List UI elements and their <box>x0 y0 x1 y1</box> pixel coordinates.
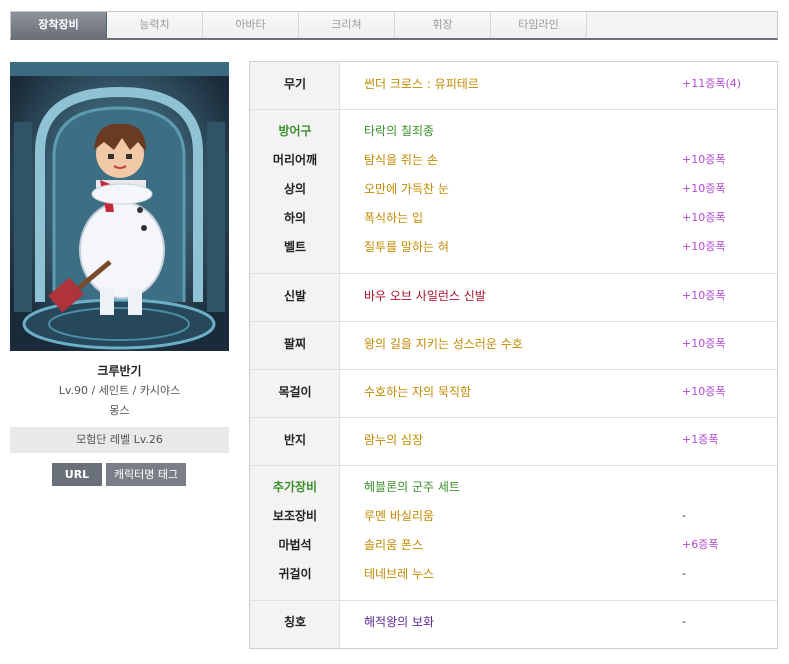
equip-enhance: +1증폭 <box>682 433 719 446</box>
divider <box>250 321 777 322</box>
equip-label: 반지 <box>283 433 307 447</box>
equip-item[interactable]: 테네브레 누스 <box>364 564 434 584</box>
tab-equipment[interactable]: 장착장비 <box>11 12 107 38</box>
equip-label: 방어구 <box>278 124 312 138</box>
character-name: 크루반기 <box>97 364 142 378</box>
equip-item[interactable]: 해적왕의 보화 <box>364 612 434 632</box>
equip-item[interactable]: 솔리움 폰스 <box>364 535 423 555</box>
equip-label: 목걸이 <box>278 385 312 399</box>
equip-row-ring: 반지 람누의 심장 +1증폭 <box>250 430 777 450</box>
equip-row-bracelet: 팔찌 왕의 길을 지키는 성스러운 수호 +10증폭 <box>250 334 777 354</box>
equip-row-extra-set: 추가장비 헤블론의 군주 세트 <box>250 477 777 497</box>
tab-emblem[interactable]: 휘장 <box>395 12 491 38</box>
character-guild: 몽스 <box>109 404 130 417</box>
equip-enhance: - <box>682 509 686 522</box>
equip-item[interactable]: 수호하는 자의 묵직함 <box>364 382 471 402</box>
equip-row-shoulder: 머리어깨 탐식을 쥐는 손 +10증폭 <box>250 150 777 170</box>
equip-item[interactable]: 람누의 심장 <box>364 430 423 450</box>
equip-enhance: - <box>682 567 686 580</box>
equip-label: 보조장비 <box>272 509 318 523</box>
tab-timeline[interactable]: 타임라인 <box>491 12 587 38</box>
equip-row-shoes: 신발 바우 오브 사일런스 신발 +10증폭 <box>250 286 777 306</box>
equip-row-top: 상의 오만에 가득찬 눈 +10증폭 <box>250 179 777 199</box>
character-tag-button[interactable]: 캐릭터명 태그 <box>106 463 186 486</box>
equip-enhance: +10증폭 <box>682 385 726 398</box>
equip-item[interactable]: 썬더 크로스 : 유피테르 <box>364 74 479 94</box>
divider <box>250 600 777 601</box>
equip-label: 하의 <box>283 211 307 225</box>
equip-label: 귀걸이 <box>278 567 312 581</box>
equip-item[interactable]: 바우 오브 사일런스 신발 <box>364 286 486 306</box>
equip-enhance: +10증폭 <box>682 240 726 253</box>
equip-enhance: - <box>682 615 686 628</box>
equipment-table: 무기 썬더 크로스 : 유피테르 +11증폭(4) 방어구 타락의 칠죄종 머리… <box>249 61 778 649</box>
equip-set-name[interactable]: 타락의 칠죄종 <box>364 121 434 141</box>
tab-creature[interactable]: 크리쳐 <box>299 12 395 38</box>
divider <box>250 273 777 274</box>
equip-row-bottom: 하의 폭식하는 입 +10증폭 <box>250 208 777 228</box>
equip-label: 상의 <box>283 182 307 196</box>
equip-row-magic-stone: 마법석 솔리움 폰스 +6증폭 <box>250 535 777 555</box>
equip-enhance: +10증폭 <box>682 153 726 166</box>
equip-row-title: 칭호 해적왕의 보화 - <box>250 612 777 632</box>
equip-label: 칭호 <box>283 615 307 629</box>
character-portrait <box>10 62 229 351</box>
equip-item[interactable]: 탐식을 쥐는 손 <box>364 150 438 170</box>
equip-enhance: +10증폭 <box>682 182 726 195</box>
equip-item[interactable]: 왕의 길을 지키는 성스러운 수호 <box>364 334 523 354</box>
url-button[interactable]: URL <box>52 463 102 486</box>
equip-item[interactable]: 폭식하는 입 <box>364 208 423 228</box>
equip-item[interactable]: 루멘 바실리움 <box>364 506 434 526</box>
equip-row-weapon: 무기 썬더 크로스 : 유피테르 +11증폭(4) <box>250 74 777 94</box>
equip-row-earring: 귀걸이 테네브레 누스 - <box>250 564 777 584</box>
equip-enhance: +10증폭 <box>682 211 726 224</box>
equip-set-name[interactable]: 헤블론의 군주 세트 <box>364 477 460 497</box>
equip-row-necklace: 목걸이 수호하는 자의 묵직함 +10증폭 <box>250 382 777 402</box>
equip-item[interactable]: 오만에 가득찬 눈 <box>364 179 449 199</box>
equip-row-sub: 보조장비 루멘 바실리움 - <box>250 506 777 526</box>
equip-item[interactable]: 질투를 말하는 혀 <box>364 237 449 257</box>
adventure-level: 모험단 레벨 Lv.26 <box>10 427 229 453</box>
equip-label: 팔찌 <box>283 337 307 351</box>
equip-enhance: +11증폭(4) <box>682 77 742 90</box>
equip-label: 무기 <box>283 77 307 91</box>
equip-row-armor-set: 방어구 타락의 칠죄종 <box>250 121 777 141</box>
equip-enhance: +10증폭 <box>682 289 726 302</box>
divider <box>250 369 777 370</box>
divider <box>250 417 777 418</box>
equip-label: 마법석 <box>278 538 312 552</box>
equip-enhance: +6증폭 <box>682 538 719 551</box>
character-info: Lv.90 / 세인트 / 카시야스 <box>58 384 181 397</box>
divider <box>250 109 777 110</box>
tab-avatar[interactable]: 아바타 <box>203 12 299 38</box>
equip-enhance: +10증폭 <box>682 337 726 350</box>
equip-label: 머리어깨 <box>272 153 318 167</box>
equip-row-belt: 벨트 질투를 말하는 혀 +10증폭 <box>250 237 777 257</box>
tab-stats[interactable]: 능력치 <box>107 12 203 38</box>
equipment-tab-bar: 장착장비 능력치 아바타 크리쳐 휘장 타임라인 <box>10 11 778 40</box>
equip-label: 신발 <box>283 289 307 303</box>
equip-label: 추가장비 <box>272 480 318 494</box>
equip-label: 벨트 <box>283 240 307 254</box>
divider <box>250 465 777 466</box>
